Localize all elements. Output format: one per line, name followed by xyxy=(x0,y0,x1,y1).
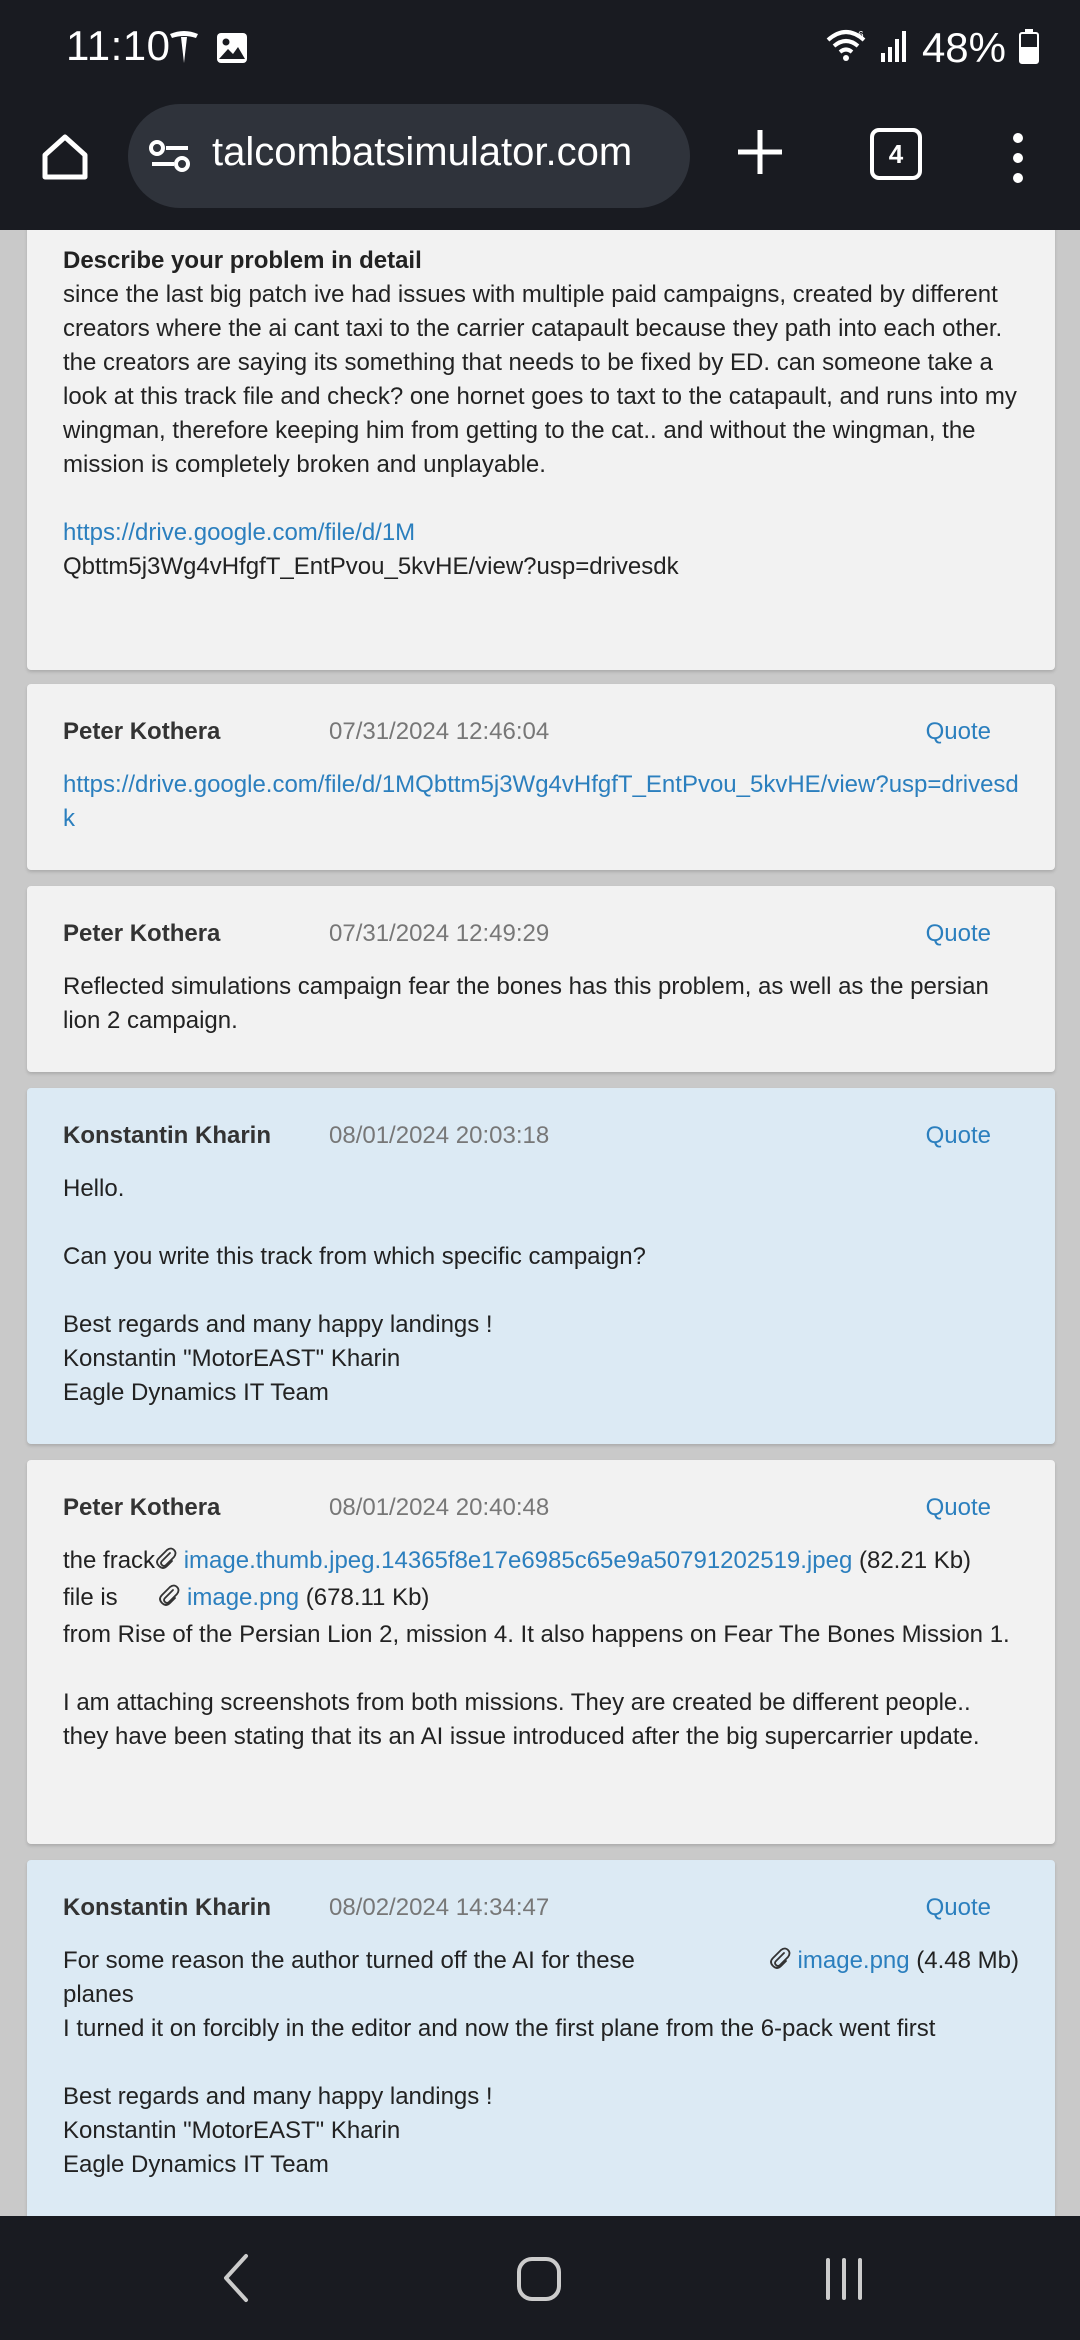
system-nav-bar xyxy=(0,2216,1080,2340)
signature-name: Konstantin "MotorEAST" Kharin xyxy=(63,1345,401,1372)
comment-card: Peter Kothera 08/01/2024 20:40:48 Quote … xyxy=(27,1460,1055,1844)
comment-greeting: Hello. xyxy=(63,1175,125,1202)
problem-link[interactable]: https://drive.google.com/file/d/1M xyxy=(63,519,415,546)
problem-link-tail: Qbttm5j3Wg4vHfgfT_EntPvou_5kvHE/view?usp… xyxy=(63,553,679,580)
comment-author: Peter Kothera xyxy=(63,920,221,947)
attachment-link[interactable]: image.thumb.jpeg.14365f8e17e6985c65e9a50… xyxy=(184,1547,853,1574)
comment-author: Konstantin Kharin xyxy=(63,1894,271,1921)
attachment-size: (82.21 Kb) xyxy=(858,1547,972,1574)
plus-icon xyxy=(738,130,782,174)
status-time: 11:10 xyxy=(66,22,171,69)
problem-text: since the last big patch ive had issues … xyxy=(63,281,1017,478)
battery-level: 48% xyxy=(921,24,1006,71)
attachment-size: (678.11 Kb) xyxy=(305,1584,430,1611)
staff-comment-card: Konstantin Kharin 08/01/2024 20:03:18 Qu… xyxy=(27,1088,1055,1444)
comment-text: from Rise of the Persian Lion 2, mission… xyxy=(63,1621,1010,1648)
page-content: Describe your problem in detail since th… xyxy=(0,230,1080,2230)
recent-apps-icon[interactable] xyxy=(822,2256,866,2307)
comment-card: Peter Kothera 07/31/2024 12:46:04 Quote … xyxy=(27,684,1055,870)
comment-date: 08/01/2024 20:03:18 xyxy=(329,1122,550,1149)
comment-card: Peter Kothera 07/31/2024 12:49:29 Quote … xyxy=(27,886,1055,1072)
paperclip-icon xyxy=(769,1947,791,1981)
comment-text: the frack xyxy=(63,1547,156,1574)
new-tab-button[interactable] xyxy=(730,122,790,182)
url-bar[interactable]: talcombatsimulator.com xyxy=(128,104,690,208)
signal-icon xyxy=(880,29,910,68)
comment-date: 08/02/2024 14:34:47 xyxy=(329,1894,550,1921)
comment-date: 07/31/2024 12:49:29 xyxy=(329,920,550,947)
attachment-link[interactable]: image.png xyxy=(798,1947,910,1974)
tesla-icon xyxy=(168,30,200,69)
more-menu-button[interactable] xyxy=(1004,124,1032,194)
comment-link[interactable]: https://drive.google.com/file/d/1MQbttm5… xyxy=(63,771,1019,832)
comment-text: For some reason the author turned off th… xyxy=(63,1947,635,1974)
problem-heading: Describe your problem in detail xyxy=(63,247,422,274)
site-settings-icon[interactable] xyxy=(148,136,192,181)
paperclip-icon xyxy=(155,1547,177,1581)
problem-card: Describe your problem in detail since th… xyxy=(27,230,1055,670)
attachment-size: (4.48 Mb) xyxy=(916,1947,1019,1974)
comment-text: planes xyxy=(63,1981,134,2008)
signature-team: Eagle Dynamics IT Team xyxy=(63,1379,329,1406)
comment-text: file is xyxy=(63,1584,118,1611)
comment-author: Peter Kothera xyxy=(63,1494,221,1521)
status-bar: 11:10 6 48% xyxy=(0,0,1080,100)
comment-text: Reflected simulations campaign fear the … xyxy=(63,973,989,1034)
signature-line: Best regards and many happy landings ! xyxy=(63,2083,493,2110)
home-nav-icon[interactable] xyxy=(516,2256,564,2307)
home-button[interactable] xyxy=(30,122,100,192)
quote-button[interactable]: Quote xyxy=(926,920,991,948)
paperclip-icon xyxy=(158,1584,180,1618)
url-text[interactable]: talcombatsimulator.com xyxy=(212,130,632,175)
comment-date: 07/31/2024 12:46:04 xyxy=(329,718,550,745)
browser-toolbar: talcombatsimulator.com 4 xyxy=(0,100,1080,230)
back-icon[interactable] xyxy=(218,2252,258,2309)
signature-team: Eagle Dynamics IT Team xyxy=(63,2151,329,2178)
gallery-icon xyxy=(216,32,248,69)
quote-button[interactable]: Quote xyxy=(926,718,991,746)
attachment-link[interactable]: image.png xyxy=(187,1584,299,1611)
comment-text: Can you write this track from which spec… xyxy=(63,1243,646,1270)
quote-button[interactable]: Quote xyxy=(926,1894,991,1922)
comment-author: Konstantin Kharin xyxy=(63,1122,271,1149)
comment-author: Peter Kothera xyxy=(63,718,221,745)
comment-text: I turned it on forcibly in the editor an… xyxy=(63,2015,936,2042)
signature-name: Konstantin "MotorEAST" Kharin xyxy=(63,2117,401,2144)
signature-line: Best regards and many happy landings ! xyxy=(63,1311,493,1338)
quote-button[interactable]: Quote xyxy=(926,1122,991,1150)
staff-comment-card: Konstantin Kharin 08/02/2024 14:34:47 Qu… xyxy=(27,1860,1055,2230)
more-vert-icon xyxy=(1013,133,1023,183)
home-icon xyxy=(42,134,88,180)
svg-text:6: 6 xyxy=(858,30,864,41)
comment-date: 08/01/2024 20:40:48 xyxy=(329,1494,550,1521)
quote-button[interactable]: Quote xyxy=(926,1494,991,1522)
tab-switcher-button[interactable]: 4 xyxy=(870,128,922,180)
battery-icon xyxy=(1018,28,1040,69)
comment-text: I am attaching screenshots from both mis… xyxy=(63,1689,980,1750)
wifi-icon: 6 xyxy=(826,28,868,69)
